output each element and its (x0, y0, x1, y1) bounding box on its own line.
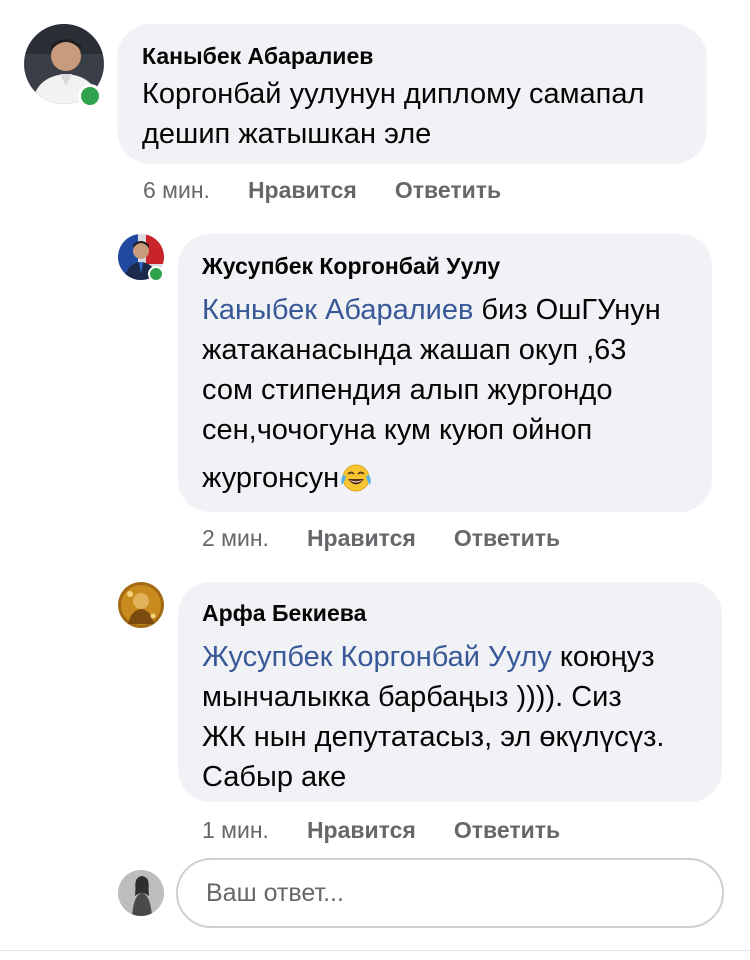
reply-button[interactable]: Ответить (395, 177, 501, 204)
comment-line: мынчалыкка барбаңыз )))). Сиз (202, 681, 622, 713)
online-status-icon (78, 84, 102, 108)
comment-meta: 6 мин. Нравится Ответить (143, 177, 501, 204)
like-button[interactable]: Нравится (248, 177, 357, 204)
comment-line: сом стипендия алып жургондо (202, 374, 613, 406)
comment-time[interactable]: 6 мин. (143, 177, 210, 204)
mention-link[interactable]: Каныбек Абаралиев (202, 294, 473, 326)
comment-bubble: Жусупбек Коргонбай Уулу Каныбек Абаралие… (178, 234, 712, 512)
comment-time[interactable]: 2 мин. (202, 525, 269, 552)
like-button[interactable]: Нравится (307, 817, 416, 844)
comment-text: Каныбек Абаралиев биз ОшГУнун жатаканасы… (202, 290, 712, 504)
current-user-avatar[interactable] (118, 870, 164, 916)
comment-bubble: Каныбек Абаралиев Коргонбай уулунун дипл… (117, 24, 707, 164)
comment-line: Сабыр аке (202, 761, 347, 793)
comment-line: Коргонбай уулунун диплому самапал (142, 78, 645, 110)
face-with-tears-of-joy-icon (339, 463, 373, 504)
comment-line: коюңуз (551, 641, 655, 673)
comment-bubble: Арфа Бекиева Жусупбек Коргонбай Уулу кою… (178, 582, 722, 802)
comment-author[interactable]: Каныбек Абаралиев (142, 42, 707, 70)
comment-line: жургонсун (202, 462, 340, 494)
divider (0, 950, 750, 951)
reply-button[interactable]: Ответить (454, 525, 560, 552)
like-button[interactable]: Нравится (307, 525, 416, 552)
comment-line: жатаканасында жашап окуп ,63 (202, 334, 627, 366)
reply-button[interactable]: Ответить (454, 817, 560, 844)
comment-meta: 1 мин. Нравится Ответить (202, 817, 560, 844)
comment-text: Жусупбек Коргонбай Уулу коюңуз мынчалыкк… (202, 637, 722, 797)
mention-link[interactable]: Жусупбек Коргонбай Уулу (202, 641, 552, 673)
comment-author[interactable]: Арфа Бекиева (202, 599, 722, 627)
comment-line: биз ОшГУнун (473, 294, 661, 326)
comment-line: ЖК нын депутатасыз, эл өкүлүсүз. (202, 721, 665, 753)
avatar[interactable] (118, 582, 164, 628)
online-status-icon (148, 266, 164, 282)
reply-composer[interactable] (176, 858, 724, 928)
comment-time[interactable]: 1 мин. (202, 817, 269, 844)
comment-meta: 2 мин. Нравится Ответить (202, 525, 560, 552)
comment-author[interactable]: Жусупбек Коргонбай Уулу (202, 252, 712, 280)
comment-line: сен,чочогуна кум куюп ойноп (202, 414, 593, 446)
comment-text: Коргонбай уулунун диплому самапал дешип … (142, 74, 707, 154)
reply-input[interactable] (204, 877, 688, 909)
comment-line: дешип жатышкан эле (142, 118, 432, 150)
